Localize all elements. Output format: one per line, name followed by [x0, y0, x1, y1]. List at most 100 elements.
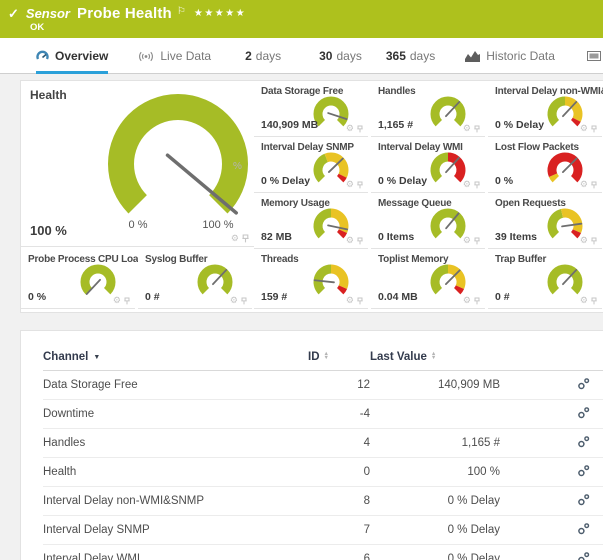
sort-toggle-icon: ▲▼	[324, 352, 329, 361]
gauge-value: 0 Items	[378, 231, 414, 243]
channel-name-cell[interactable]: Interval Delay SNMP	[43, 516, 308, 545]
channel-name-cell[interactable]: Data Storage Free	[43, 371, 308, 400]
pin-icon[interactable]	[357, 297, 363, 305]
panel-icon-group: ⚙	[346, 124, 363, 133]
flag-icon[interactable]: ⚐	[177, 6, 186, 17]
wrench-icon[interactable]	[577, 464, 590, 480]
gear-icon[interactable]: ⚙	[113, 296, 121, 305]
tab-historic-data[interactable]: Historic Data	[465, 38, 555, 74]
gear-icon[interactable]: ⚙	[580, 180, 588, 189]
gauge-panel-handles: Handles1,165 #⚙	[371, 81, 485, 137]
table-row-interval-delay-wmi: Interval Delay WMI60 % Delay	[43, 545, 603, 560]
priority-stars[interactable]: ★★★★★	[194, 8, 246, 19]
wrench-icon[interactable]	[577, 493, 590, 509]
gear-icon[interactable]: ⚙	[230, 296, 238, 305]
gear-icon[interactable]: ⚙	[463, 296, 471, 305]
table-row-downtime: Downtime-4	[43, 400, 603, 429]
object-type-label: Sensor	[26, 6, 70, 21]
gear-icon[interactable]: ⚙	[346, 296, 354, 305]
gauge-value: 0 %	[495, 175, 513, 187]
gauge-value: 0 #	[495, 291, 510, 303]
sort-desc-icon: ▼	[93, 354, 100, 361]
table-body: Data Storage Free12140,909 MBDowntime-4H…	[43, 371, 603, 560]
tab-interval-count: 365	[386, 49, 406, 63]
gear-icon[interactable]: ⚙	[346, 236, 354, 245]
tab-overview[interactable]: Overview	[36, 38, 108, 74]
pin-icon[interactable]	[474, 297, 480, 305]
gauge-scale-max: 100 %	[202, 219, 233, 231]
channel-name-cell[interactable]: Interval Delay non-WMI&SNMP	[43, 487, 308, 516]
gear-icon[interactable]: ⚙	[463, 180, 471, 189]
channel-name-cell[interactable]: Downtime	[43, 400, 308, 429]
pin-icon[interactable]	[474, 125, 480, 133]
gear-icon[interactable]: ⚙	[463, 236, 471, 245]
broadcast-icon	[138, 51, 154, 62]
channel-table: Channel▼ID▲▼Last Value▲▼ Data Storage Fr…	[43, 345, 603, 560]
gear-icon[interactable]: ⚙	[580, 124, 588, 133]
gauge-panel-threads: Threads159 #⚙	[254, 249, 368, 309]
gear-icon[interactable]: ⚙	[231, 234, 239, 243]
gauge-panel-lost-flow-packets: Lost Flow Packets0 %⚙	[488, 137, 602, 193]
tab-2-days[interactable]: 2days	[245, 38, 281, 74]
gear-icon[interactable]: ⚙	[580, 296, 588, 305]
page-title: Probe Health	[77, 5, 172, 22]
pin-icon[interactable]	[124, 297, 130, 305]
panel-icon-group: ⚙	[463, 124, 480, 133]
tab-label: Historic Data	[486, 49, 555, 63]
table-row-interval-delay-snmp: Interval Delay SNMP70 % Delay	[43, 516, 603, 545]
channel-last-value-cell: 100 %	[370, 458, 500, 487]
panel-icon-group: ⚙	[346, 296, 363, 305]
gauge-scale-min: 0 %	[129, 219, 148, 231]
channel-settings-cell	[500, 487, 603, 516]
gauge-unit-label: %	[233, 161, 242, 172]
channel-name-cell[interactable]: Handles	[43, 429, 308, 458]
wrench-icon[interactable]	[577, 551, 590, 560]
tab-30-days[interactable]: 30days	[319, 38, 362, 74]
gauge-value: 100 %	[30, 223, 67, 238]
wrench-icon[interactable]	[577, 522, 590, 538]
tab-interval-count: 2	[245, 49, 252, 63]
pin-icon[interactable]	[591, 237, 597, 245]
gauge-value: 140,909 MB	[261, 119, 318, 131]
wrench-icon[interactable]	[577, 406, 590, 422]
channel-name-cell[interactable]: Interval Delay WMI	[43, 545, 308, 560]
gauges-card: Health 0 % 100 % % 100 % ⚙ Data Storage …	[20, 80, 603, 313]
pin-icon[interactable]	[357, 125, 363, 133]
channel-table-card: Channel▼ID▲▼Last Value▲▼ Data Storage Fr…	[20, 330, 603, 560]
gear-icon[interactable]: ⚙	[346, 124, 354, 133]
gauge-panel-interval-delay-non-wmi-snmp: Interval Delay non-WMI&SNMP0 % Delay⚙	[488, 81, 602, 137]
pin-icon[interactable]	[242, 234, 249, 243]
gear-icon[interactable]: ⚙	[346, 180, 354, 189]
gauge-value: 0 %	[28, 291, 46, 303]
tab-live-data[interactable]: Live Data	[138, 38, 211, 74]
tab-label: days	[336, 49, 361, 63]
table-row-interval-delay-non-wmi-snmp: Interval Delay non-WMI&SNMP80 % Delay	[43, 487, 603, 516]
pin-icon[interactable]	[474, 237, 480, 245]
pin-icon[interactable]	[591, 297, 597, 305]
gauge-value: 82 MB	[261, 231, 292, 243]
gear-icon[interactable]: ⚙	[463, 124, 471, 133]
gauge-value: 0.04 MB	[378, 291, 418, 303]
pin-icon[interactable]	[474, 181, 480, 189]
column-header-id[interactable]: ID▲▼	[308, 345, 370, 371]
gear-icon[interactable]: ⚙	[580, 236, 588, 245]
channel-name-cell[interactable]: Health	[43, 458, 308, 487]
wrench-icon[interactable]	[577, 377, 590, 393]
pin-icon[interactable]	[357, 181, 363, 189]
column-header-channel[interactable]: Channel▼	[43, 345, 308, 371]
channel-settings-cell	[500, 516, 603, 545]
wrench-icon[interactable]	[577, 435, 590, 451]
pin-icon[interactable]	[591, 125, 597, 133]
tab-365-days[interactable]: 365 days	[386, 38, 435, 74]
pin-icon[interactable]	[591, 181, 597, 189]
tab-log[interactable]: Log	[587, 38, 603, 74]
pin-icon[interactable]	[357, 237, 363, 245]
gauge-title: Threads	[261, 254, 299, 265]
channel-last-value-cell: 140,909 MB	[370, 371, 500, 400]
pin-icon[interactable]	[241, 297, 247, 305]
probe-health-page: ✓ Sensor Probe Health ⚐ ★★★★★ OK Overvie…	[0, 0, 603, 560]
table-row-health: Health0100 %	[43, 458, 603, 487]
tab-label: days	[410, 49, 435, 63]
column-header-last-value[interactable]: Last Value▲▼	[370, 345, 500, 371]
sort-toggle-icon: ▲▼	[431, 352, 436, 361]
